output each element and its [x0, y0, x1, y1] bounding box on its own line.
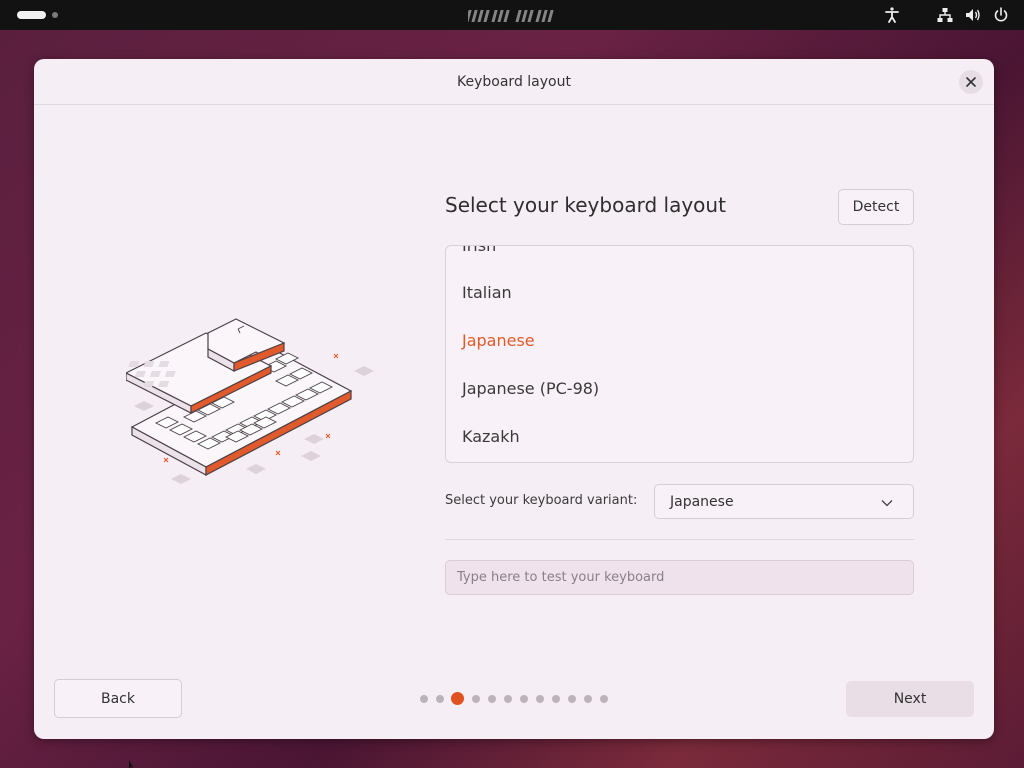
workspace-indicator-active[interactable]	[17, 11, 46, 19]
variant-dropdown[interactable]: Japanese	[654, 484, 914, 519]
step-dot-active	[451, 692, 464, 705]
chevron-down-icon	[881, 500, 893, 507]
power-icon[interactable]	[992, 6, 1010, 24]
back-button[interactable]: Back	[54, 679, 182, 718]
list-item-japanese[interactable]: Japanese	[462, 331, 535, 350]
variant-label: Select your keyboard variant:	[445, 493, 638, 508]
clock-blurred	[465, 10, 554, 22]
step-dot	[584, 695, 592, 703]
step-dot	[488, 695, 496, 703]
step-dot	[520, 695, 528, 703]
divider	[445, 539, 914, 540]
keyboard-test-input[interactable]	[445, 560, 914, 595]
keyboard-illustration-icon	[126, 318, 374, 484]
step-dot	[552, 695, 560, 703]
clock[interactable]	[465, 5, 560, 25]
close-icon	[966, 77, 976, 87]
installer-dialog: Keyboard layout Select your keyboard lay…	[34, 59, 994, 739]
step-dot	[504, 695, 512, 703]
list-item-italian[interactable]: Italian	[462, 283, 512, 302]
keyboard-layout-list[interactable]: Irish Italian Japanese Japanese (PC-98) …	[445, 245, 914, 463]
step-dot	[472, 695, 480, 703]
step-dot	[420, 695, 428, 703]
top-bar	[0, 0, 1024, 30]
dialog-header: Keyboard layout	[34, 59, 994, 105]
step-dot	[536, 695, 544, 703]
accessibility-icon[interactable]	[883, 6, 901, 24]
dialog-title: Keyboard layout	[457, 74, 571, 90]
step-dot	[568, 695, 576, 703]
volume-icon[interactable]	[964, 6, 982, 24]
page-heading: Select your keyboard layout	[445, 193, 726, 217]
list-item-kazakh[interactable]: Kazakh	[462, 427, 520, 446]
workspace-indicator[interactable]	[52, 12, 58, 18]
close-button[interactable]	[959, 70, 983, 94]
list-item-japanese-pc98[interactable]: Japanese (PC-98)	[462, 379, 599, 398]
variant-selected-value: Japanese	[670, 494, 734, 510]
list-item-irish[interactable]: Irish	[462, 246, 496, 255]
step-dot	[600, 695, 608, 703]
mouse-cursor-icon	[129, 760, 134, 768]
network-icon[interactable]	[936, 6, 954, 24]
detect-button[interactable]: Detect	[838, 189, 914, 225]
step-dot	[436, 695, 444, 703]
next-button[interactable]: Next	[846, 681, 974, 717]
